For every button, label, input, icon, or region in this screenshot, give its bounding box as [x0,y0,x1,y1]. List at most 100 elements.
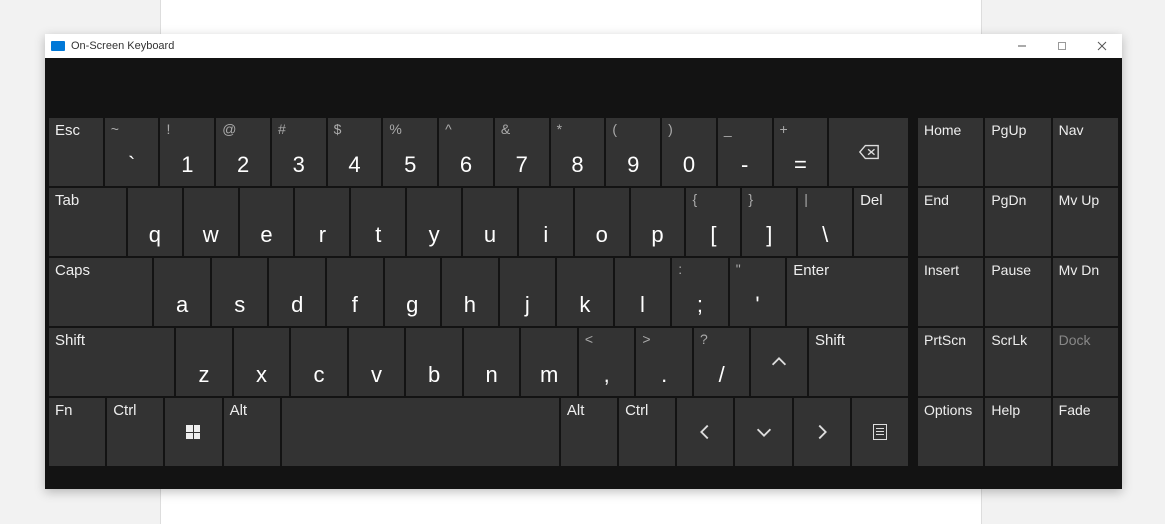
key-z[interactable]: z [176,328,232,396]
key-scrlk[interactable]: ScrLk [985,328,1050,396]
title-bar[interactable]: On-Screen Keyboard [45,34,1122,58]
key-i[interactable]: i [519,188,573,256]
key-q[interactable]: q [128,188,182,256]
key-v[interactable]: v [349,328,405,396]
key-g[interactable]: g [385,258,441,326]
key-tab[interactable]: Tab [49,188,126,256]
key-enter[interactable]: Enter [787,258,908,326]
windows-icon [186,425,200,439]
key-0[interactable]: )0 [662,118,716,186]
key-row-5: Fn Ctrl Alt Alt Ctrl [49,398,908,466]
key-r[interactable]: r [295,188,349,256]
key-end[interactable]: End [918,188,983,256]
key-a[interactable]: a [154,258,210,326]
key-6[interactable]: ^6 [439,118,493,186]
key-esc[interactable]: Esc [49,118,103,186]
key-m[interactable]: m [521,328,577,396]
key-pause[interactable]: Pause [985,258,1050,326]
key-minus[interactable]: _- [718,118,772,186]
key-home[interactable]: Home [918,118,983,186]
key-arrow-right[interactable] [794,398,850,466]
key-arrow-up[interactable] [751,328,807,396]
key-caps[interactable]: Caps [49,258,152,326]
key-options[interactable]: Options [918,398,983,466]
key-4[interactable]: $4 [328,118,382,186]
key-ctrl-right[interactable]: Ctrl [619,398,675,466]
key-x[interactable]: x [234,328,290,396]
key-e[interactable]: e [240,188,294,256]
key-alt-right[interactable]: Alt [561,398,617,466]
backspace-icon [858,141,880,163]
key-slash[interactable]: ?/ [694,328,750,396]
key-period[interactable]: >. [636,328,692,396]
minimize-button[interactable] [1002,34,1042,58]
key-shift-left[interactable]: Shift [49,328,174,396]
key-space[interactable] [282,398,559,466]
key-open-bracket[interactable]: {[ [686,188,740,256]
key-menu[interactable] [852,398,908,466]
key-mv-up[interactable]: Mv Up [1053,188,1118,256]
key-windows[interactable] [165,398,221,466]
key-arrow-left[interactable] [677,398,733,466]
menu-icon [873,424,887,440]
arrow-down-icon [753,421,775,443]
key-l[interactable]: l [615,258,671,326]
key-row-3: Caps a s d f g h j k l :; "' Enter [49,258,908,326]
key-2[interactable]: @2 [216,118,270,186]
key-dock[interactable]: Dock [1053,328,1118,396]
key-fn[interactable]: Fn [49,398,105,466]
key-p[interactable]: p [631,188,685,256]
key-pgdn[interactable]: PgDn [985,188,1050,256]
key-u[interactable]: u [463,188,517,256]
maximize-button[interactable] [1042,34,1082,58]
key-close-bracket[interactable]: }] [742,188,796,256]
key-semicolon[interactable]: :; [672,258,728,326]
key-nav[interactable]: Nav [1053,118,1118,186]
on-screen-keyboard-window: On-Screen Keyboard Esc ~` !1 @2 # [45,34,1122,489]
key-s[interactable]: s [212,258,268,326]
close-button[interactable] [1082,34,1122,58]
key-w[interactable]: w [184,188,238,256]
key-backslash[interactable]: |\ [798,188,852,256]
key-h[interactable]: h [442,258,498,326]
key-y[interactable]: y [407,188,461,256]
key-7[interactable]: &7 [495,118,549,186]
key-j[interactable]: j [500,258,556,326]
key-equals[interactable]: += [774,118,828,186]
key-ctrl-left[interactable]: Ctrl [107,398,163,466]
key-c[interactable]: c [291,328,347,396]
key-5[interactable]: %5 [383,118,437,186]
key-backspace[interactable] [829,118,908,186]
arrow-right-icon [811,421,833,443]
key-3[interactable]: #3 [272,118,326,186]
key-backtick[interactable]: ~` [105,118,159,186]
key-insert[interactable]: Insert [918,258,983,326]
arrow-up-icon [768,351,790,373]
key-mv-dn[interactable]: Mv Dn [1053,258,1118,326]
key-comma[interactable]: <, [579,328,635,396]
key-t[interactable]: t [351,188,405,256]
key-b[interactable]: b [406,328,462,396]
key-row-1: Esc ~` !1 @2 #3 $4 %5 ^6 &7 *8 (9 )0 _- … [49,118,908,186]
key-1[interactable]: !1 [160,118,214,186]
key-k[interactable]: k [557,258,613,326]
key-alt-left[interactable]: Alt [224,398,280,466]
key-shift-right[interactable]: Shift [809,328,908,396]
key-del[interactable]: Del [854,188,908,256]
key-quote[interactable]: "' [730,258,786,326]
key-prtscn[interactable]: PrtScn [918,328,983,396]
key-n[interactable]: n [464,328,520,396]
key-9[interactable]: (9 [606,118,660,186]
key-help[interactable]: Help [985,398,1050,466]
key-d[interactable]: d [269,258,325,326]
app-icon [51,41,65,51]
key-8[interactable]: *8 [551,118,605,186]
keyboard-area: Esc ~` !1 @2 #3 $4 %5 ^6 &7 *8 (9 )0 _- … [45,58,1122,489]
key-fade[interactable]: Fade [1053,398,1118,466]
key-o[interactable]: o [575,188,629,256]
key-row-4: Shift z x c v b n m <, >. ?/ Shift [49,328,908,396]
key-pgup[interactable]: PgUp [985,118,1050,186]
key-arrow-down[interactable] [735,398,791,466]
key-f[interactable]: f [327,258,383,326]
arrow-left-icon [694,421,716,443]
